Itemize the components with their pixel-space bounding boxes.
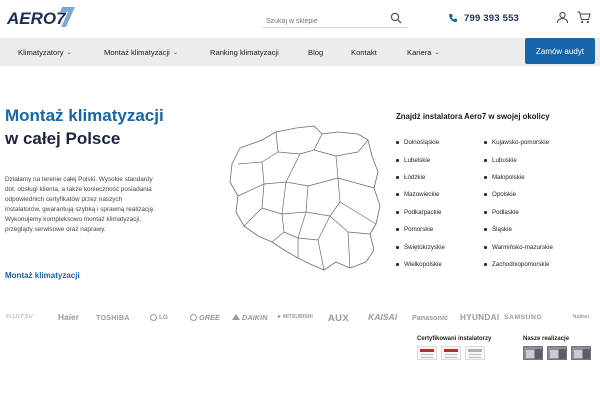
region-link[interactable]: Podkarpackie <box>396 204 484 221</box>
brand-logo[interactable]: KAISAI <box>368 309 397 325</box>
bullet-icon <box>396 210 399 214</box>
daikin-emblem-icon <box>232 314 240 320</box>
realization-photo[interactable] <box>523 346 543 360</box>
nav-item-blog[interactable]: Blog <box>308 38 323 66</box>
realizations-title: Nasze realizacje <box>523 336 570 342</box>
chevron-down-icon: ⌄ <box>66 49 72 56</box>
nav-item-ranking[interactable]: Ranking klimatyzacji <box>210 38 279 66</box>
nav-label: Ranking klimatyzacji <box>210 47 279 57</box>
bullet-icon <box>396 193 399 197</box>
certificate-thumbnail[interactable] <box>465 346 485 360</box>
nav-item-montaz[interactable]: Montaż klimatyzacji ⌄ <box>104 38 178 66</box>
brand-logo[interactable]: SAMSUNG <box>504 309 542 325</box>
user-account-icon[interactable] <box>556 11 569 24</box>
nav-label: Klimatyzatory <box>18 47 64 57</box>
bullet-icon <box>396 175 399 179</box>
montaz-link[interactable]: Montaż klimatyzacji <box>5 271 80 280</box>
region-link[interactable]: Świętokrzyskie <box>396 238 484 255</box>
bullet-icon <box>396 245 399 249</box>
hero-title: Montaż klimatyzacji w całej Polsce <box>5 104 164 150</box>
nav-label: Blog <box>308 47 324 57</box>
nav-label: Kariera <box>407 47 432 57</box>
region-link[interactable]: Kujawsko-pomorskie <box>484 134 594 151</box>
bullet-icon <box>484 193 487 197</box>
poland-map[interactable] <box>218 122 386 274</box>
brand-logo[interactable]: DAIKIN <box>232 309 267 325</box>
bullet-icon <box>484 228 487 232</box>
region-link[interactable]: Pomorskie <box>396 221 484 238</box>
nav-item-klimatyzatory[interactable]: Klimatyzatory ⌄ <box>18 38 72 66</box>
bullet-icon <box>396 141 399 145</box>
logo-text: AERO7 <box>6 9 67 28</box>
region-link[interactable]: Lubelskie <box>396 151 484 168</box>
chevron-down-icon: ⌄ <box>434 49 440 56</box>
region-link[interactable]: Lubuskie <box>484 151 594 168</box>
bullet-icon <box>396 228 399 232</box>
bullet-icon <box>484 245 487 249</box>
nav-item-kariera[interactable]: Kariera ⌄ <box>407 38 440 66</box>
brand-logo[interactable]: HYUNDAI <box>460 309 499 325</box>
region-link[interactable]: Śląskie <box>484 221 594 238</box>
nav-label: Montaż klimatyzacji <box>104 47 170 57</box>
nav-item-kontakt[interactable]: Kontakt <box>351 38 377 66</box>
brand-logo[interactable]: Haier <box>58 309 79 325</box>
brand-logo[interactable]: LG <box>150 309 168 325</box>
region-link[interactable]: Wielkopolskie <box>396 256 484 273</box>
brand-logo[interactable]: AUX <box>328 309 349 325</box>
bullet-icon <box>484 158 487 162</box>
region-link[interactable]: Opolskie <box>484 186 594 203</box>
main-nav: Klimatyzatory ⌄ Montaż klimatyzacji ⌄ Rank… <box>0 38 600 66</box>
phone-contact[interactable]: 799 393 553 <box>448 10 519 26</box>
mitsubishi-emblem-icon: ✦ <box>276 314 282 321</box>
nav-label: Kontakt <box>351 47 377 57</box>
brand-logo[interactable]: FUJITSU <box>6 309 33 325</box>
realization-photo[interactable] <box>571 346 591 360</box>
hero-description: Działamy na terenie całej Polski. Wysoki… <box>5 176 155 233</box>
brand-logo[interactable]: TOSHIBA <box>96 309 130 325</box>
brand-logo[interactable]: fujitsu <box>573 309 589 325</box>
region-link[interactable]: Dolnośląskie <box>396 134 484 151</box>
bullet-icon <box>484 175 487 179</box>
aero7-logo[interactable]: AERO7 <box>6 4 76 30</box>
region-link[interactable]: Podlaskie <box>484 204 594 221</box>
search-box <box>262 10 408 30</box>
installers-list: Dolnośląskie Kujawsko-pomorskie Lubelski… <box>396 134 596 273</box>
brand-logos: FUJITSU Haier TOSHIBA LG GREE DAIKIN ✦ MI… <box>0 309 600 325</box>
brand-logo[interactable]: ✦ MITSUBISHI <box>276 309 313 325</box>
page: AERO7 799 393 553 Kli <box>0 0 600 400</box>
bullet-icon <box>484 210 487 214</box>
certificate-thumbnail[interactable] <box>441 346 461 360</box>
search-icon[interactable] <box>390 12 402 24</box>
installers-title: Znajdź instalatora Aero7 w swojej okolic… <box>396 112 550 121</box>
hero-title-line1: Montaż klimatyzacji <box>5 106 164 125</box>
search-input[interactable] <box>262 13 382 30</box>
region-link[interactable]: Zachodniopomorskie <box>484 256 594 273</box>
lg-emblem-icon <box>150 313 157 321</box>
region-link[interactable]: Mazowieckie <box>396 186 484 203</box>
realization-photo[interactable] <box>547 346 567 360</box>
gree-emblem-icon <box>190 313 197 321</box>
bullet-icon <box>484 262 487 266</box>
phone-icon <box>449 14 457 22</box>
region-link[interactable]: Łódzkie <box>396 169 484 186</box>
phone-number[interactable]: 799 393 553 <box>464 13 519 24</box>
certificate-thumbnail[interactable] <box>417 346 437 360</box>
region-link[interactable]: Małopolskie <box>484 169 594 186</box>
bullet-icon <box>396 262 399 266</box>
chevron-down-icon: ⌄ <box>172 49 178 56</box>
hero-title-line2: w całej Polsce <box>5 129 121 148</box>
order-audit-button[interactable]: Zamów audyt <box>525 38 595 64</box>
region-link[interactable]: Warmińsko-mazurskie <box>484 238 594 255</box>
certified-installers-title: Certyfikowani instalatorzy <box>417 336 492 342</box>
bullet-icon <box>396 158 399 162</box>
site-header: AERO7 799 393 553 <box>0 0 600 38</box>
cart-icon[interactable] <box>577 11 591 24</box>
brand-logo[interactable]: GREE <box>190 309 220 325</box>
brand-logo[interactable]: Panasonic <box>412 309 448 325</box>
bullet-icon <box>484 141 487 145</box>
